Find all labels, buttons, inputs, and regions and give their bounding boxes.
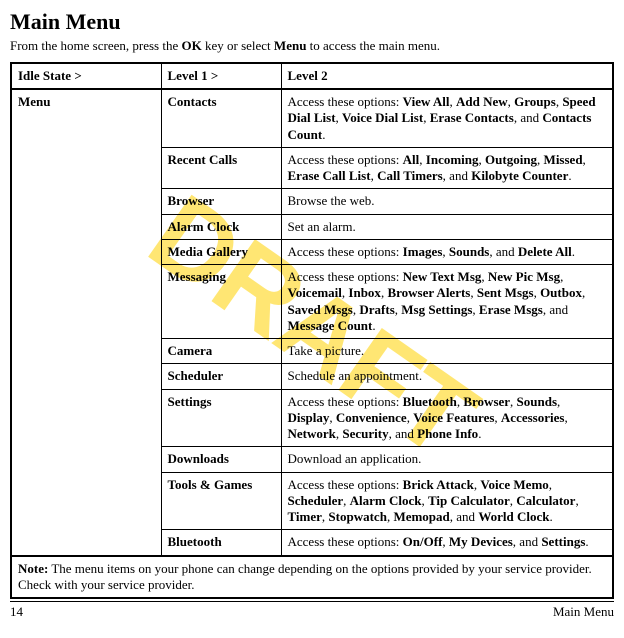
level2-cell: Access these options: Images, Sounds, an… (281, 239, 613, 264)
intro-text: From the home screen, press the (10, 38, 181, 53)
menu-table: Idle State > Level 1 > Level 2 Menu Cont… (10, 62, 614, 599)
level1-cell: Scheduler (161, 364, 281, 389)
intro-paragraph: From the home screen, press the OK key o… (10, 38, 614, 54)
level2-cell: Take a picture. (281, 339, 613, 364)
intro-ok: OK (181, 38, 201, 53)
idle-state-cell: Menu (11, 89, 161, 556)
level1-cell: Browser (161, 189, 281, 214)
level2-cell: Access these options: Brick Attack, Voic… (281, 472, 613, 530)
level2-cell: Set an alarm. (281, 214, 613, 239)
header-level2: Level 2 (281, 63, 613, 89)
level1-cell: Media Gallery (161, 239, 281, 264)
intro-text: to access the main menu. (306, 38, 440, 53)
level2-cell: Access these options: All, Incoming, Out… (281, 147, 613, 189)
level1-cell: Contacts (161, 89, 281, 147)
note-text: The menu items on your phone can change … (18, 561, 592, 592)
level2-cell: Browse the web. (281, 189, 613, 214)
intro-text: key or select (202, 38, 274, 53)
header-idle-state: Idle State > (11, 63, 161, 89)
level2-cell: Access these options: On/Off, My Devices… (281, 530, 613, 556)
level2-cell: Access these options: View All, Add New,… (281, 89, 613, 147)
intro-menu: Menu (274, 38, 307, 53)
level2-cell: Access these options: New Text Msg, New … (281, 265, 613, 339)
level1-cell: Camera (161, 339, 281, 364)
header-level1: Level 1 > (161, 63, 281, 89)
note-row: Note: The menu items on your phone can c… (11, 556, 613, 599)
footer-title: Main Menu (553, 604, 614, 620)
table-row: Menu Contacts Access these options: View… (11, 89, 613, 147)
level1-cell: Downloads (161, 447, 281, 472)
table-header-row: Idle State > Level 1 > Level 2 (11, 63, 613, 89)
level1-cell: Bluetooth (161, 530, 281, 556)
page-number: 14 (10, 604, 23, 620)
page-title: Main Menu (10, 8, 614, 36)
note-cell: Note: The menu items on your phone can c… (11, 556, 613, 599)
level2-cell: Schedule an appointment. (281, 364, 613, 389)
note-label: Note: (18, 561, 48, 576)
level2-cell: Download an application. (281, 447, 613, 472)
page-footer: 14 Main Menu (10, 601, 614, 620)
level2-cell: Access these options: Bluetooth, Browser… (281, 389, 613, 447)
level1-cell: Messaging (161, 265, 281, 339)
level1-cell: Settings (161, 389, 281, 447)
level1-cell: Tools & Games (161, 472, 281, 530)
level1-cell: Alarm Clock (161, 214, 281, 239)
level1-cell: Recent Calls (161, 147, 281, 189)
